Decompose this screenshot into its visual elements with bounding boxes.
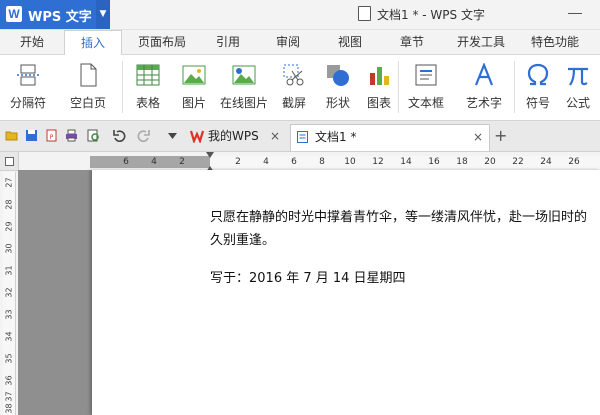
customize-toolbar-icon[interactable] — [166, 129, 179, 142]
online-picture-button[interactable]: 在线图片 — [216, 55, 272, 120]
page-break-icon — [17, 64, 39, 86]
online-picture-icon — [232, 65, 256, 85]
minimize-icon[interactable] — [568, 13, 582, 14]
ribbon-tabs: 开始 插入 页面布局 引用 审阅 视图 章节 开发工具 特色功能 — [0, 30, 600, 56]
save-icon[interactable] — [25, 129, 38, 142]
chart-icon — [370, 67, 389, 85]
close-tab-icon[interactable]: × — [270, 124, 280, 148]
picture-icon — [182, 65, 206, 85]
wps-logo-icon: W — [6, 6, 22, 22]
paragraph-line: 久别重逢。 — [210, 233, 276, 248]
textbox-button[interactable]: 文本框 — [400, 55, 452, 120]
tab-special[interactable]: 特色功能 — [522, 30, 588, 54]
tab-view[interactable]: 视图 — [328, 30, 372, 54]
tab-insert[interactable]: 插入 — [64, 30, 122, 56]
wordart-button[interactable]: 艺术字 — [456, 55, 512, 120]
tab-document[interactable]: 文档1 * × — [290, 124, 490, 151]
app-name: WPS 文字 — [28, 10, 92, 25]
print-icon[interactable] — [65, 129, 78, 142]
document-icon — [358, 6, 371, 21]
blank-page-button[interactable]: 空白页 — [60, 55, 116, 120]
tab-chapter[interactable]: 章节 — [390, 30, 434, 54]
symbol-button[interactable]: 符号 — [516, 55, 560, 120]
scissors-icon — [283, 64, 304, 86]
screenshot-button[interactable]: 截屏 — [274, 55, 314, 120]
omega-icon — [527, 63, 549, 86]
formula-button[interactable]: 公式 — [560, 55, 596, 120]
horizontal-ruler-ticks: 6 4 2 2 4 6 8 10 12 14 16 18 20 22 24 26 — [123, 157, 580, 167]
redo-icon[interactable] — [137, 129, 150, 142]
title-bar: W WPS 文字 ▼ 文档1 * - WPS 文字 — [0, 0, 600, 30]
page-break-button[interactable]: 分隔符 — [4, 55, 52, 120]
paragraph-line: 只愿在静静的时光中撑着青竹伞，等一缕清风伴忧，赴一场旧时的 — [210, 210, 588, 225]
tab-developer[interactable]: 开发工具 — [448, 30, 514, 54]
new-tab-icon[interactable]: + — [494, 127, 507, 145]
pi-icon — [568, 67, 588, 86]
picture-button[interactable]: 图片 — [172, 55, 216, 120]
document-icon — [297, 131, 308, 143]
cut-off-line — [210, 170, 223, 179]
blank-page-icon — [80, 63, 97, 87]
chart-button[interactable]: 图表 — [362, 55, 396, 120]
insert-ribbon: 分隔符 空白页 表格 图片 在线图片 截屏 形状 图表 文本框 艺术字 符号 公… — [0, 55, 600, 121]
open-folder-icon[interactable] — [5, 129, 18, 142]
quick-access-bar: P 我的WPS × 文档1 * × + — [0, 121, 600, 152]
tab-references[interactable]: 引用 — [206, 30, 250, 54]
print-preview-icon[interactable] — [87, 129, 100, 142]
first-line-indent-marker[interactable] — [206, 152, 214, 158]
wordart-icon — [474, 63, 494, 86]
undo-icon[interactable] — [113, 129, 126, 142]
date-line: 写于：2016 年 7 月 14 日星期四 — [210, 271, 406, 286]
export-pdf-icon[interactable]: P — [45, 129, 58, 142]
textbox-icon — [415, 64, 437, 86]
tab-start[interactable]: 开始 — [8, 30, 56, 54]
close-tab-icon[interactable]: × — [473, 125, 483, 149]
shapes-button[interactable]: 形状 — [318, 55, 358, 120]
tab-review[interactable]: 审阅 — [266, 30, 310, 54]
tab-page-layout[interactable]: 页面布局 — [130, 30, 194, 54]
document-page[interactable]: 只愿在静静的时光中撑着青竹伞，等一缕清风伴忧，赴一场旧时的 久别重逢。 写于：2… — [92, 170, 600, 415]
svg-text:P: P — [50, 134, 54, 141]
app-menu-dropdown-icon[interactable]: ▼ — [96, 0, 110, 29]
window-title: 文档1 * - WPS 文字 — [358, 6, 485, 23]
wps-logo-icon — [190, 130, 204, 143]
app-menu-button[interactable]: W WPS 文字 — [0, 0, 98, 29]
table-icon — [136, 64, 160, 86]
tab-my-wps[interactable]: 我的WPS × — [184, 124, 286, 148]
table-button[interactable]: 表格 — [126, 55, 170, 120]
vertical-ruler[interactable]: 27 28 29 30 31 32 33 34 35 36 37 38 — [3, 172, 16, 415]
shapes-icon — [327, 65, 349, 86]
